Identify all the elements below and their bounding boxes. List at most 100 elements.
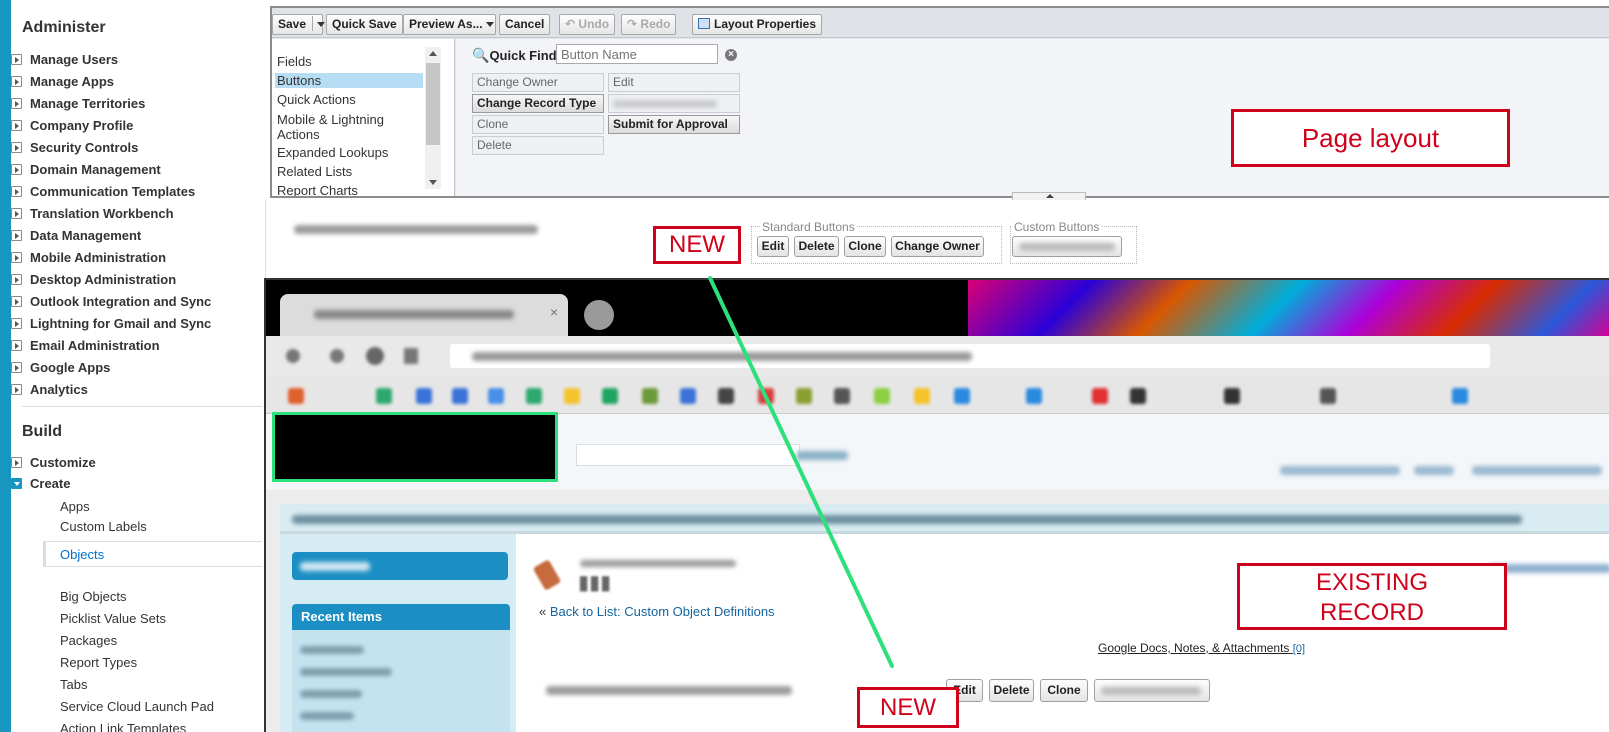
expand-icon[interactable] <box>11 230 22 241</box>
category-related-lists[interactable]: Related Lists <box>277 164 352 179</box>
scroll-down-icon[interactable] <box>429 180 437 185</box>
record-delete-button[interactable]: Delete <box>989 679 1034 702</box>
google-docs-link[interactable]: Google Docs, Notes, & Attachments [0] <box>1098 641 1305 655</box>
collapse-palette-handle[interactable] <box>1012 192 1086 200</box>
bookmark-icon[interactable] <box>834 388 850 404</box>
sidebar-item-manage-territories[interactable]: Manage Territories <box>11 95 145 113</box>
expand-icon[interactable] <box>11 457 22 468</box>
create-new-button[interactable] <box>292 552 508 580</box>
category-scrollbar[interactable] <box>425 47 441 189</box>
cancel-button[interactable]: Cancel <box>499 14 551 35</box>
sidebar-item-service-cloud-launch-pad[interactable]: Service Cloud Launch Pad <box>60 699 214 714</box>
undo-button[interactable]: ↶ Undo <box>559 14 616 35</box>
bookmark-icon[interactable] <box>914 388 930 404</box>
expand-icon[interactable] <box>11 362 22 373</box>
palette-button-edit[interactable]: Edit <box>608 73 740 92</box>
record-custom-button[interactable] <box>1094 679 1210 702</box>
category-mobile-lightning-actions[interactable]: Mobile & Lightning Actions <box>277 112 407 142</box>
scroll-up-icon[interactable] <box>429 51 437 56</box>
palette-button-clone[interactable]: Clone <box>472 115 604 134</box>
category-expanded-lookups[interactable]: Expanded Lookups <box>277 145 388 160</box>
bookmark-icon[interactable] <box>1092 388 1108 404</box>
sidebar-item-picklist-value-sets[interactable]: Picklist Value Sets <box>60 611 166 626</box>
palette-button-delete[interactable]: Delete <box>472 136 604 155</box>
reload-icon[interactable] <box>366 347 384 365</box>
palette-button-redacted[interactable] <box>608 94 740 113</box>
sidebar-item-desktop-administration[interactable]: Desktop Administration <box>11 271 176 289</box>
redo-button[interactable]: ↷ Redo <box>621 14 677 35</box>
sf-search-input[interactable] <box>576 444 800 466</box>
layout-change-owner-button[interactable]: Change Owner <box>891 236 984 257</box>
sidebar-item-email-administration[interactable]: Email Administration <box>11 337 160 355</box>
scroll-thumb[interactable] <box>426 63 440 145</box>
home-icon[interactable] <box>404 348 418 364</box>
layout-custom-button[interactable] <box>1012 236 1122 257</box>
sidebar-item-custom-labels[interactable]: Custom Labels <box>60 519 147 534</box>
sidebar-item-action-link-templates[interactable]: Action Link Templates <box>60 721 186 732</box>
bookmark-icon[interactable] <box>1452 388 1468 404</box>
bookmark-icon[interactable] <box>488 388 504 404</box>
bookmark-icon[interactable] <box>954 388 970 404</box>
sidebar-item-customize[interactable]: Customize <box>11 454 96 472</box>
sidebar-item-security-controls[interactable]: Security Controls <box>11 139 138 157</box>
setup-link[interactable] <box>1414 466 1454 475</box>
bookmark-icon[interactable] <box>680 388 696 404</box>
bookmark-icon[interactable] <box>758 388 774 404</box>
bookmark-icon[interactable] <box>376 388 392 404</box>
expand-icon[interactable] <box>11 186 22 197</box>
sidebar-item-tabs[interactable]: Tabs <box>60 677 87 692</box>
expand-icon[interactable] <box>11 274 22 285</box>
expand-icon[interactable] <box>11 318 22 329</box>
clear-icon[interactable]: × <box>725 49 737 61</box>
sidebar-item-communication-templates[interactable]: Communication Templates <box>11 183 195 201</box>
bookmark-icon[interactable] <box>874 388 890 404</box>
sidebar-item-big-objects[interactable]: Big Objects <box>60 589 126 604</box>
quick-find-input[interactable] <box>556 44 718 64</box>
back-icon[interactable] <box>286 349 300 363</box>
expand-icon[interactable] <box>11 384 22 395</box>
list-item[interactable] <box>300 646 364 654</box>
list-item[interactable] <box>300 712 354 720</box>
help-link[interactable] <box>1472 466 1602 475</box>
expand-icon[interactable] <box>11 164 22 175</box>
list-item[interactable] <box>300 690 362 698</box>
expand-icon[interactable] <box>11 340 22 351</box>
layout-clone-button[interactable]: Clone <box>844 236 886 257</box>
palette-button-submit-for-approval[interactable]: Submit for Approval <box>608 115 740 134</box>
sidebar-item-apps[interactable]: Apps <box>60 499 90 514</box>
sidebar-item-report-types[interactable]: Report Types <box>60 655 137 670</box>
sidebar-item-domain-management[interactable]: Domain Management <box>11 161 161 179</box>
layout-properties-button[interactable]: Layout Properties <box>692 14 823 35</box>
bookmark-icon[interactable] <box>1320 388 1336 404</box>
palette-button-change-record-type[interactable]: Change Record Type <box>472 94 604 113</box>
list-item[interactable] <box>300 668 392 676</box>
category-report-charts[interactable]: Report Charts <box>277 183 358 196</box>
bookmark-icon[interactable] <box>1224 388 1240 404</box>
bookmark-icon[interactable] <box>452 388 468 404</box>
close-icon[interactable]: × <box>550 304 558 320</box>
preview-as-button[interactable]: Preview As... <box>403 14 496 35</box>
layout-delete-button[interactable]: Delete <box>794 236 839 257</box>
browser-tab[interactable]: × <box>280 294 568 336</box>
expand-icon[interactable] <box>11 252 22 263</box>
forward-icon[interactable] <box>330 349 344 363</box>
sidebar-item-objects[interactable]: Objects <box>43 541 262 567</box>
sidebar-item-lightning-for-gmail-and-sync[interactable]: Lightning for Gmail and Sync <box>11 315 211 333</box>
back-to-list-link[interactable]: « Back to List: Custom Object Definition… <box>539 604 775 619</box>
sidebar-item-manage-users[interactable]: Manage Users <box>11 51 118 69</box>
sidebar-item-data-management[interactable]: Data Management <box>11 227 141 245</box>
bookmark-icon[interactable] <box>564 388 580 404</box>
expand-icon[interactable] <box>11 98 22 109</box>
sidebar-item-google-apps[interactable]: Google Apps <box>11 359 110 377</box>
expand-icon[interactable] <box>11 208 22 219</box>
record-clone-button[interactable]: Clone <box>1040 679 1088 702</box>
expand-icon[interactable] <box>11 142 22 153</box>
user-menu[interactable] <box>1280 466 1400 475</box>
back-link-text[interactable]: Back to List: Custom Object Definitions <box>550 604 775 619</box>
bookmark-icon[interactable] <box>1130 388 1146 404</box>
chevron-down-icon[interactable] <box>317 22 326 27</box>
save-button[interactable]: Save <box>272 14 326 35</box>
category-buttons[interactable]: Buttons <box>275 73 423 88</box>
bookmark-icon[interactable] <box>526 388 542 404</box>
layout-edit-button[interactable]: Edit <box>757 236 789 257</box>
